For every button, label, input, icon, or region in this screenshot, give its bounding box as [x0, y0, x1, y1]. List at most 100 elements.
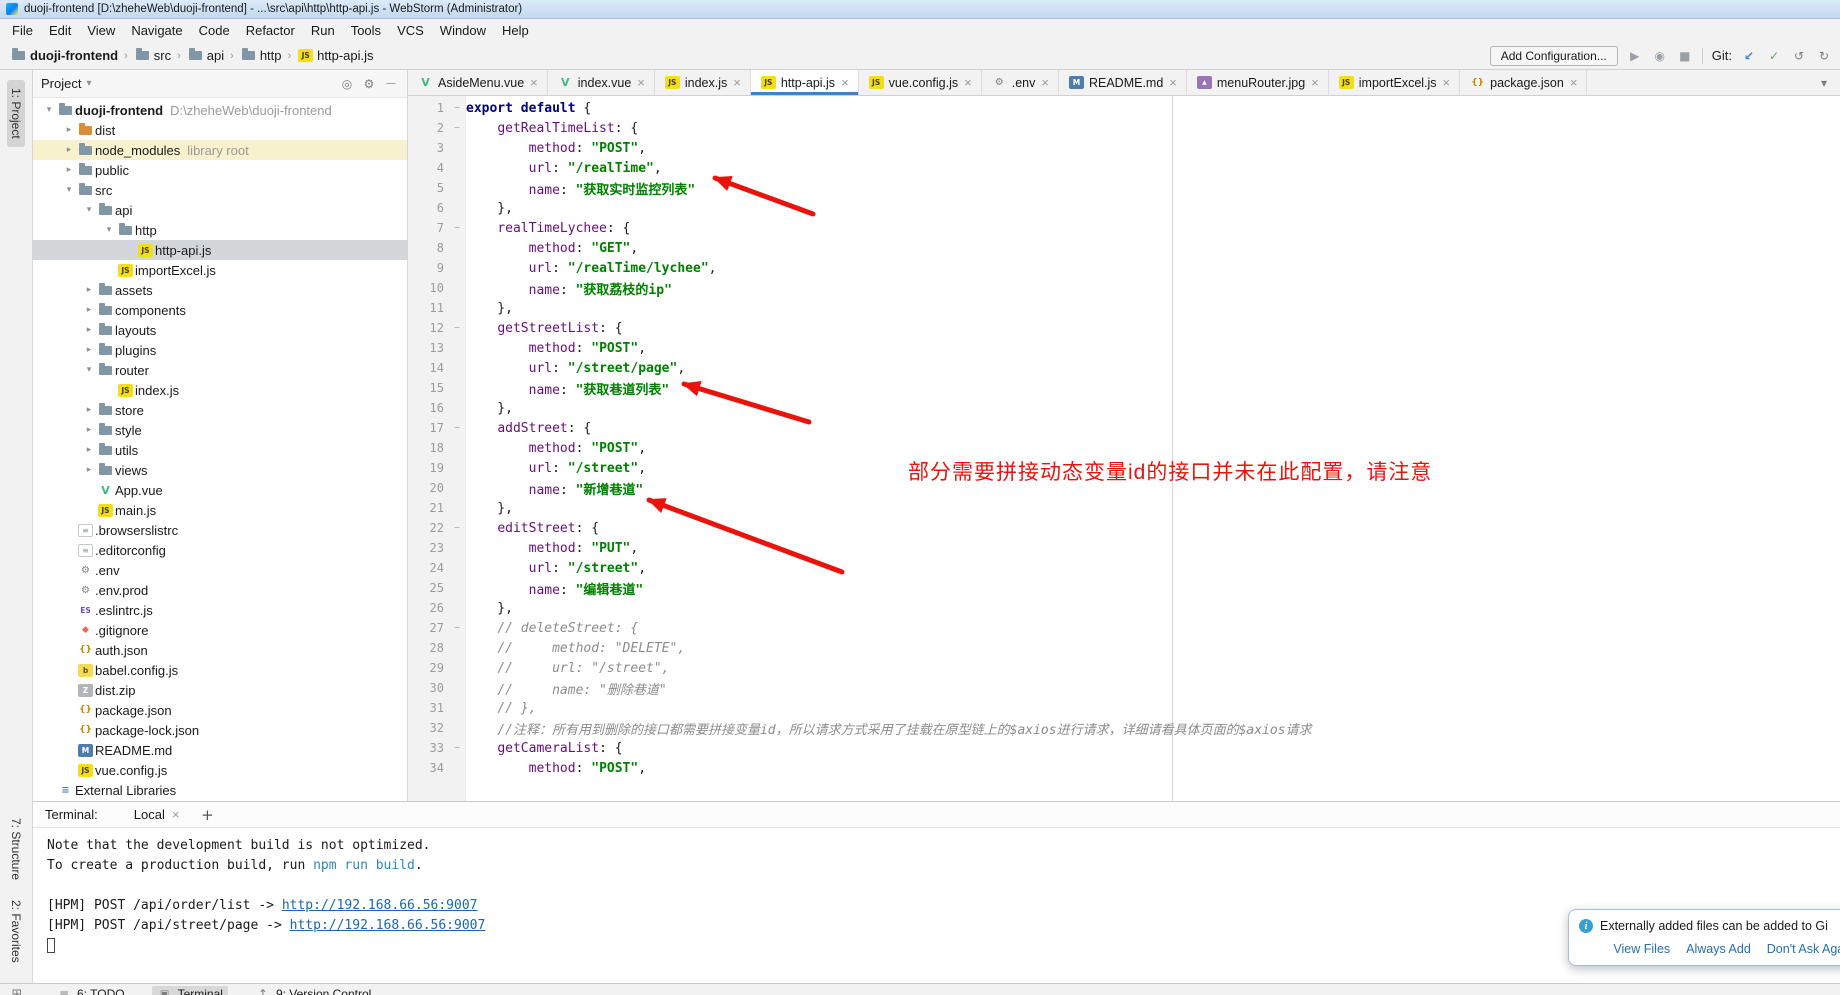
- tab-index-js[interactable]: JSindex.js×: [655, 70, 751, 95]
- tab-package-json[interactable]: {}package.json×: [1460, 70, 1587, 95]
- menu-run[interactable]: Run: [303, 21, 343, 40]
- menu-view[interactable]: View: [79, 21, 123, 40]
- tree-item-importexcel-js[interactable]: JSimportExcel.js: [33, 260, 407, 280]
- git-revert-icon[interactable]: [1791, 48, 1807, 64]
- tree-item-plugins[interactable]: ▸plugins: [33, 340, 407, 360]
- notification-action-view-files[interactable]: View Files: [1613, 942, 1670, 956]
- close-icon[interactable]: ×: [1169, 75, 1177, 90]
- menu-navigate[interactable]: Navigate: [123, 21, 190, 40]
- tree-item-style[interactable]: ▸style: [33, 420, 407, 440]
- menu-refactor[interactable]: Refactor: [238, 21, 303, 40]
- toolwindow-structure-button[interactable]: 7: Structure: [7, 810, 25, 888]
- close-icon[interactable]: ×: [1443, 75, 1451, 90]
- tabs-options-icon[interactable]: [1816, 75, 1832, 91]
- tree-item-editorconfig[interactable]: ≡.editorconfig: [33, 540, 407, 560]
- tree-item-node-modules[interactable]: ▸node_moduleslibrary root: [33, 140, 407, 160]
- menu-window[interactable]: Window: [432, 21, 494, 40]
- add-configuration-button[interactable]: Add Configuration...: [1490, 46, 1618, 66]
- menu-edit[interactable]: Edit: [41, 21, 79, 40]
- menu-help[interactable]: Help: [494, 21, 537, 40]
- tree-item-dist[interactable]: ▸dist: [33, 120, 407, 140]
- project-panel-title[interactable]: Project: [41, 76, 81, 91]
- fold-marker[interactable]: −: [448, 223, 466, 234]
- terminal-link[interactable]: http://192.168.66.56:9007: [290, 918, 486, 933]
- tree-item-src[interactable]: ▾src: [33, 180, 407, 200]
- menu-tools[interactable]: Tools: [343, 21, 389, 40]
- code-area[interactable]: 1−export default {2− getRealTimeList: {3…: [408, 98, 1840, 778]
- tab-importexcel-js[interactable]: JSimportExcel.js×: [1329, 70, 1460, 95]
- tree-item-utils[interactable]: ▸utils: [33, 440, 407, 460]
- tree-item-http-api-js[interactable]: JShttp-api.js: [33, 240, 407, 260]
- notification-action-always-add[interactable]: Always Add: [1686, 942, 1751, 956]
- menu-code[interactable]: Code: [191, 21, 238, 40]
- fold-marker[interactable]: −: [448, 743, 466, 754]
- toolwindow-favorites-button[interactable]: 2: Favorites: [7, 892, 25, 971]
- notification-action-don-t-ask-agai[interactable]: Don't Ask Agai: [1767, 942, 1840, 956]
- close-icon[interactable]: ×: [841, 75, 849, 90]
- tree-item-external-libraries[interactable]: ≡External Libraries: [33, 780, 407, 800]
- tree-item-api[interactable]: ▾api: [33, 200, 407, 220]
- run-icon[interactable]: [1627, 48, 1643, 64]
- tree-item-app-vue[interactable]: VApp.vue: [33, 480, 407, 500]
- chevron-down-icon[interactable]: ▾: [86, 78, 91, 89]
- terminal-tab-local[interactable]: Local ×: [128, 804, 186, 825]
- statusbar-9-version-control[interactable]: 9: Version Control: [250, 986, 376, 995]
- close-icon[interactable]: ×: [172, 807, 180, 822]
- fold-marker[interactable]: −: [448, 103, 466, 114]
- breadcrumb-item-duoji-frontend[interactable]: duoji-frontend: [8, 48, 120, 63]
- tree-item-browserslistrc[interactable]: ≡.browserslistrc: [33, 520, 407, 540]
- tree-item-eslintrc-js[interactable]: ES.eslintrc.js: [33, 600, 407, 620]
- git-update-icon[interactable]: [1741, 48, 1757, 64]
- settings-gear-icon[interactable]: [361, 76, 377, 92]
- tree-item-public[interactable]: ▸public: [33, 160, 407, 180]
- tree-item-babel-config-js[interactable]: bbabel.config.js: [33, 660, 407, 680]
- fold-marker[interactable]: −: [448, 423, 466, 434]
- close-icon[interactable]: ×: [1041, 75, 1049, 90]
- close-icon[interactable]: ×: [530, 75, 538, 90]
- tree-item-index-js[interactable]: JSindex.js: [33, 380, 407, 400]
- hide-panel-icon[interactable]: [383, 76, 399, 92]
- tree-item-auth-json[interactable]: {}auth.json: [33, 640, 407, 660]
- tree-item-router[interactable]: ▾router: [33, 360, 407, 380]
- debug-icon[interactable]: [1652, 48, 1668, 64]
- breadcrumb-item-http[interactable]: http: [238, 48, 284, 63]
- fold-marker[interactable]: −: [448, 123, 466, 134]
- tree-item-views[interactable]: ▸views: [33, 460, 407, 480]
- tree-item-readme-md[interactable]: MREADME.md: [33, 740, 407, 760]
- tree-item-components[interactable]: ▸components: [33, 300, 407, 320]
- tree-item-package-json[interactable]: {}package.json: [33, 700, 407, 720]
- tree-item-store[interactable]: ▸store: [33, 400, 407, 420]
- new-terminal-icon[interactable]: [199, 807, 215, 823]
- breadcrumb-item-src[interactable]: src: [132, 48, 173, 63]
- tab-env[interactable]: ⚙.env×: [982, 70, 1059, 95]
- locate-file-icon[interactable]: [339, 76, 355, 92]
- tree-item-main-js[interactable]: JSmain.js: [33, 500, 407, 520]
- fold-marker[interactable]: −: [448, 623, 466, 634]
- tab-vue-config-js[interactable]: JSvue.config.js×: [859, 70, 982, 95]
- breadcrumb-item-http-api-js[interactable]: JShttp-api.js: [295, 48, 375, 63]
- tab-menurouter-jpg[interactable]: ▲menuRouter.jpg×: [1187, 70, 1329, 95]
- tree-item-package-lock-json[interactable]: {}package-lock.json: [33, 720, 407, 740]
- tree-item-env[interactable]: ⚙.env: [33, 560, 407, 580]
- close-icon[interactable]: ×: [1570, 75, 1578, 90]
- close-icon[interactable]: ×: [637, 75, 645, 90]
- tab-index-vue[interactable]: Vindex.vue×: [548, 70, 655, 95]
- tab-readme-md[interactable]: MREADME.md×: [1059, 70, 1187, 95]
- terminal-link[interactable]: http://192.168.66.56:9007: [282, 898, 478, 913]
- tree-item-vue-config-js[interactable]: JSvue.config.js: [33, 760, 407, 780]
- fold-marker[interactable]: −: [448, 323, 466, 334]
- stop-icon[interactable]: [1677, 48, 1693, 64]
- close-icon[interactable]: ×: [964, 75, 972, 90]
- tab-http-api-js[interactable]: JShttp-api.js×: [751, 70, 859, 95]
- tree-item-gitignore[interactable]: ◆.gitignore: [33, 620, 407, 640]
- tree-item-assets[interactable]: ▸assets: [33, 280, 407, 300]
- editor[interactable]: 1−export default {2− getRealTimeList: {3…: [408, 96, 1840, 801]
- toolwindow-switcher-icon[interactable]: [9, 986, 25, 995]
- menu-vcs[interactable]: VCS: [389, 21, 432, 40]
- close-icon[interactable]: ×: [733, 75, 741, 90]
- statusbar-6-todo[interactable]: 6: TODO: [51, 986, 130, 995]
- menu-file[interactable]: File: [4, 21, 41, 40]
- close-icon[interactable]: ×: [1311, 75, 1319, 90]
- tree-item-env-prod[interactable]: ⚙.env.prod: [33, 580, 407, 600]
- toolwindow-project-button[interactable]: 1: Project: [7, 80, 25, 147]
